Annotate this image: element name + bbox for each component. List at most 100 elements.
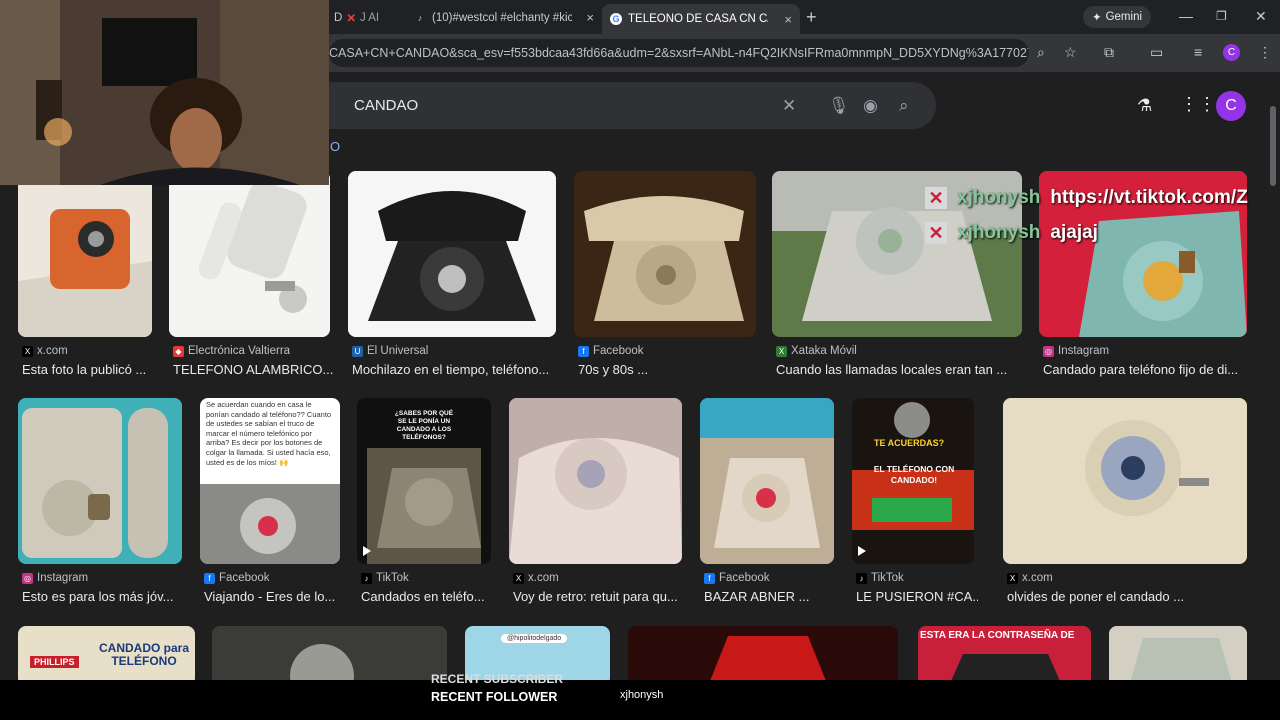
- source-name: Instagram: [1058, 345, 1110, 357]
- microphone-icon[interactable]: 🎙: [828, 96, 850, 116]
- apps-grid-icon[interactable]: ⋮⋮: [1180, 94, 1216, 115]
- source-name: x.com: [528, 572, 559, 584]
- scrollbar-thumb[interactable]: [1270, 106, 1276, 186]
- result-title[interactable]: Mochilazo en el tiempo, teléfono...: [352, 362, 560, 377]
- result-title[interactable]: TELEFONO ALAMBRICO...: [173, 362, 333, 377]
- result-title[interactable]: Candados en teléfo...: [361, 589, 495, 604]
- source-name: x.com: [1022, 572, 1053, 584]
- search-icon[interactable]: ⌕: [899, 96, 909, 116]
- close-icon[interactable]: ×: [778, 12, 792, 27]
- result-image[interactable]: [18, 398, 182, 564]
- result-title[interactable]: BAZAR ABNER ...: [704, 589, 838, 604]
- result-image[interactable]: ¿SABES POR QUÉ SE LE PONÍA UN CANDADO A …: [357, 398, 491, 564]
- result-image[interactable]: [169, 171, 330, 337]
- result-image[interactable]: [18, 171, 152, 337]
- locked-phone-thumbnail: [18, 398, 182, 564]
- result-title[interactable]: Candado para teléfono fijo de di...: [1043, 362, 1243, 377]
- x-icon: X: [1007, 572, 1018, 584]
- extensions-icon[interactable]: ⧉: [1104, 44, 1114, 61]
- facebook-icon: f: [578, 345, 589, 357]
- white-phone-thumbnail: [169, 171, 330, 337]
- tab-label-2: J AI: [359, 11, 380, 24]
- clear-icon[interactable]: ✕: [782, 96, 796, 116]
- result-title[interactable]: Viajando - Eres de lo...: [204, 589, 344, 604]
- tab-label: TELEONO DE CASA CN CANDAD: [628, 13, 768, 25]
- gemini-button[interactable]: ✦ Gemini: [1083, 6, 1151, 28]
- search-box[interactable]: CANDAO ✕ 🎙 ◉ ⌕: [300, 82, 936, 129]
- result-image[interactable]: [574, 171, 756, 337]
- overlay-candado-para: CANDADO para TELÉFONO: [98, 641, 189, 668]
- result-title[interactable]: Esta foto la publicó ...: [22, 362, 152, 377]
- result-source: Xx.com: [1007, 572, 1053, 584]
- result-title[interactable]: Esto es para los más jóv...: [22, 589, 186, 604]
- tab-partial[interactable]: D ✕ J AI: [326, 5, 406, 30]
- source-name: Facebook: [593, 345, 644, 357]
- result-source: f Facebook: [704, 572, 770, 584]
- screen: D ✕ J AI ♪ (10)#westcol #elchanty #kickc…: [0, 0, 1280, 720]
- account-avatar[interactable]: C: [1216, 91, 1246, 121]
- result-source: ◆ Electrónica Valtierra: [173, 345, 290, 357]
- result-title[interactable]: olvides de poner el candado ...: [1007, 589, 1251, 604]
- menu-icon[interactable]: ⋮: [1258, 44, 1272, 61]
- overlay-el-telefono: EL TELÉFONO CON CANDADO!: [873, 464, 955, 485]
- close-icon[interactable]: ×: [580, 10, 594, 25]
- result-image[interactable]: [212, 626, 447, 686]
- labs-icon[interactable]: ⚗: [1137, 96, 1152, 116]
- tab-label: D: [334, 11, 343, 24]
- address-bar[interactable]: CASA+CN+CANDAO&sca_esv=f553bdcaa43fd66a&…: [329, 39, 1029, 67]
- facebook-icon: f: [204, 572, 215, 584]
- media-icon[interactable]: ≡: [1194, 44, 1202, 60]
- cast-icon[interactable]: ▭: [1150, 44, 1163, 61]
- webcam-feed: [0, 0, 329, 185]
- result-source: Xx.com: [513, 572, 559, 584]
- tab-tiktok[interactable]: ♪ (10)#westcol #elchanty #kickcl ×: [406, 5, 602, 30]
- source-name: x.com: [37, 345, 68, 357]
- instagram-icon: ◎: [22, 572, 33, 584]
- google-icon: G: [610, 13, 622, 25]
- star-icon[interactable]: ☆: [1064, 44, 1077, 61]
- tab-label: (10)#westcol #elchanty #kickcl: [432, 11, 572, 24]
- result-title[interactable]: LE PUSIERON #CA...: [856, 589, 978, 604]
- kick-icon: ✕: [925, 187, 947, 209]
- profile-avatar-small[interactable]: C: [1223, 44, 1240, 61]
- chat-message: ✕ xjhonysh https://vt.tiktok.com/Z: [925, 185, 1248, 211]
- recent-follower-label: RECENT FOLLOWER: [431, 690, 558, 704]
- result-source: ◎ Instagram: [22, 572, 88, 584]
- result-title[interactable]: Voy de retro: retuit para qu...: [513, 589, 686, 604]
- result-image[interactable]: [1003, 398, 1247, 564]
- site-icon: U: [352, 345, 363, 357]
- result-image[interactable]: [1109, 626, 1247, 686]
- result-title[interactable]: Cuando las llamadas locales eran tan ...: [776, 362, 1026, 377]
- tab-google-search[interactable]: G TELEONO DE CASA CN CANDAD ×: [602, 4, 800, 34]
- result-image[interactable]: [628, 626, 898, 686]
- minimize-button[interactable]: —: [1179, 8, 1193, 24]
- key-phone-thumbnail: [1003, 398, 1247, 564]
- result-image[interactable]: ESTA ERA LA CONTRASEÑA DE: [918, 626, 1091, 686]
- camera-icon[interactable]: ◉: [863, 96, 878, 116]
- gemini-label: Gemini: [1105, 11, 1143, 23]
- result-image[interactable]: PHILLIPS CANDADO para TELÉFONO: [18, 626, 195, 686]
- result-image[interactable]: Se acuerdan cuando en casa le ponían can…: [200, 398, 340, 564]
- close-icon[interactable]: ✕: [346, 11, 356, 25]
- search-query: CANDAO: [354, 97, 419, 114]
- chat-nick: xjhonysh: [957, 187, 1041, 208]
- zoom-icon[interactable]: ⌕: [1037, 44, 1045, 61]
- result-source: ♪ TikTok: [361, 572, 409, 584]
- instagram-icon: ◎: [1043, 345, 1054, 357]
- close-window-button[interactable]: ✕: [1255, 8, 1267, 25]
- orange-phone-thumbnail: [18, 171, 152, 337]
- new-tab-button[interactable]: +: [806, 7, 817, 28]
- filter-chip[interactable]: O: [330, 139, 340, 154]
- source-name: Electrónica Valtierra: [188, 345, 291, 357]
- url-text: CASA+CN+CANDAO&sca_esv=f553bdcaa43fd66a&…: [329, 46, 1029, 60]
- chat-text: https://vt.tiktok.com/Z: [1050, 187, 1248, 208]
- overlay-contrasena: ESTA ERA LA CONTRASEÑA DE: [920, 630, 1075, 641]
- maximize-button[interactable]: ❐: [1216, 9, 1227, 23]
- recent-follower-name: xjhonysh: [620, 689, 664, 701]
- site-icon: ◆: [173, 345, 184, 357]
- result-image[interactable]: [509, 398, 682, 564]
- result-title[interactable]: 70s y 80s ...: [578, 362, 760, 377]
- result-image[interactable]: [700, 398, 834, 564]
- result-image[interactable]: TE ACUERDAS? EL TELÉFONO CON CANDADO!: [852, 398, 974, 564]
- result-image[interactable]: [348, 171, 556, 337]
